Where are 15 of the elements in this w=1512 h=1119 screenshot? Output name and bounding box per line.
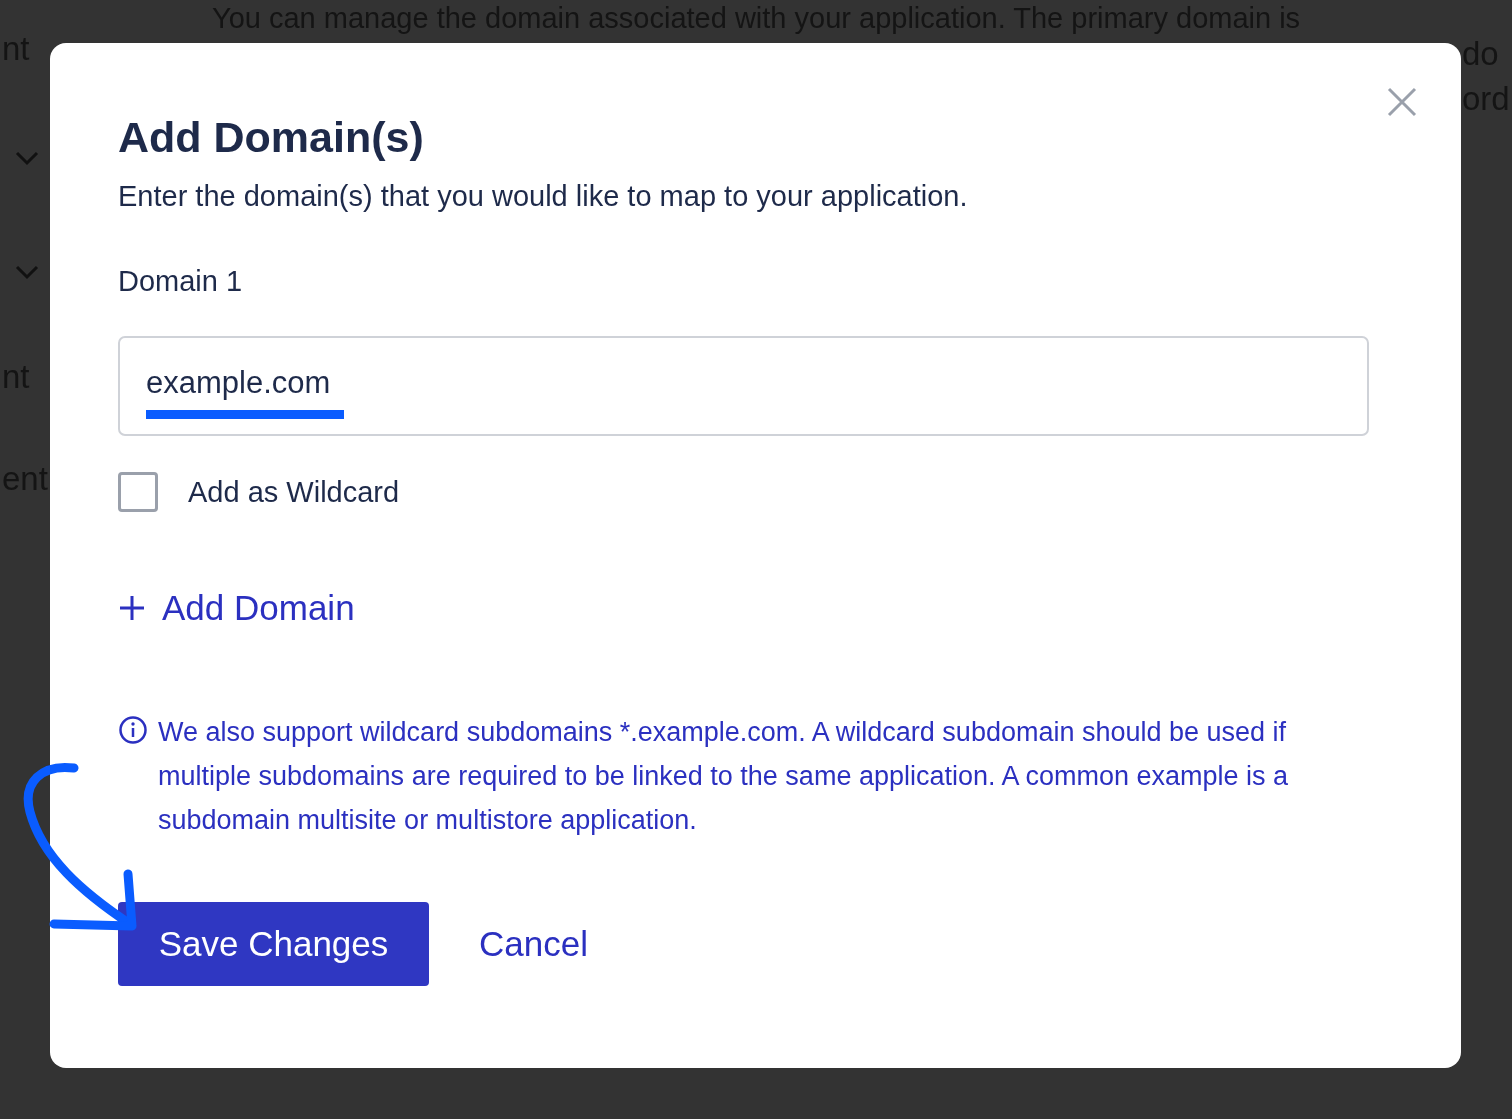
close-button[interactable] xyxy=(1387,87,1417,117)
dialog-subtitle: Enter the domain(s) that you would like to map to your application. xyxy=(118,180,969,213)
save-button[interactable]: Save Changes xyxy=(118,902,429,986)
domain-field[interactable]: example.com xyxy=(118,336,1369,436)
field-label: Domain 1 xyxy=(118,265,244,298)
info-text: We also support wildcard subdomains *.example.com. A wildcard subdomain should be used if multiple subdomains are required to be linked to the same application. A common example is a subdomain multisite or multistore application. xyxy=(158,716,1290,837)
info-icon xyxy=(118,715,148,745)
wildcard-checkbox[interactable] xyxy=(118,472,158,512)
checkbox-label: Add as Wildcard xyxy=(188,475,400,509)
add-domain-link[interactable]: Add Domain xyxy=(118,588,355,628)
chevron-down-icon xyxy=(15,150,39,166)
cancel-button[interactable]: Cancel xyxy=(479,924,588,964)
plus-icon xyxy=(118,594,146,622)
dialog-title: Add Domain(s) xyxy=(118,113,425,162)
chevron-down-icon xyxy=(15,264,39,280)
